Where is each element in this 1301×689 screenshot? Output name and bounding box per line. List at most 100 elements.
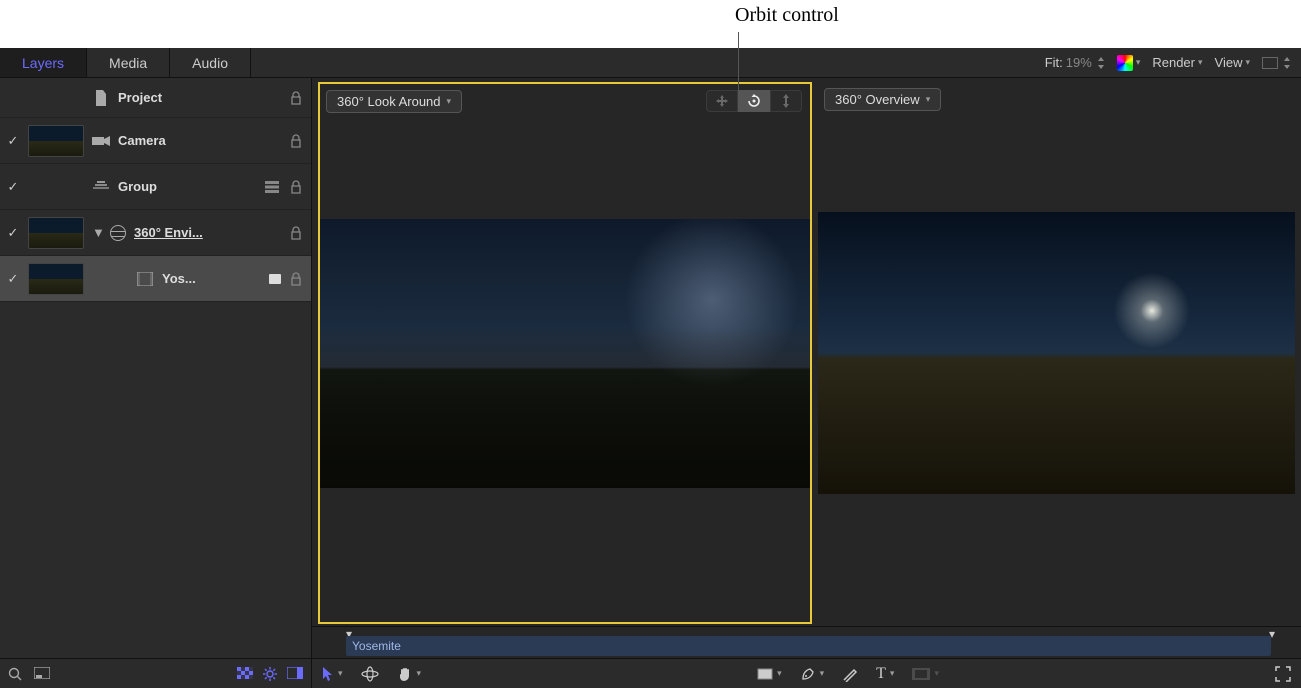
view-label: View <box>1215 55 1243 70</box>
color-wheel-icon <box>1117 55 1133 71</box>
layer-row-360-environment[interactable]: ✓ ▼ 360° Envi... <box>0 210 311 256</box>
text-tool-label: T <box>876 665 886 683</box>
mini-timeline[interactable]: ▾ Yosemite ▾ <box>312 626 1301 658</box>
pan-control[interactable] <box>706 90 738 112</box>
camera-nav-controls <box>706 90 802 112</box>
fit-value: 19% <box>1066 55 1092 70</box>
viewport-layout-dropdown[interactable] <box>1262 57 1291 69</box>
camera-icon <box>92 133 110 149</box>
mask-tool[interactable]: ▾ <box>912 668 939 680</box>
tab-media-label: Media <box>109 55 147 71</box>
text-tool[interactable]: T ▾ <box>876 665 894 683</box>
lock-icon[interactable] <box>289 134 305 148</box>
visibility-checkbox[interactable]: ✓ <box>6 226 20 240</box>
viewport-look-around[interactable]: 360° Look Around ▾ <box>318 82 812 624</box>
layer-row-camera[interactable]: ✓ Camera <box>0 118 311 164</box>
viewport-layout-icon <box>1262 57 1278 69</box>
blend-mode-icon[interactable] <box>265 181 279 193</box>
main-area: Project ✓ Camera <box>0 78 1301 688</box>
transform-3d-tool[interactable] <box>361 666 379 682</box>
sidebar-bottom-toolbar <box>0 658 311 688</box>
layers-sidebar: Project ✓ Camera <box>0 78 312 688</box>
layer-label: Camera <box>118 133 281 148</box>
chevron-down-icon: ▾ <box>777 668 782 679</box>
chevron-down-icon: ▾ <box>1136 57 1141 68</box>
layer-label: Group <box>118 179 257 194</box>
hand-tool[interactable]: ▾ <box>397 666 422 682</box>
top-right-controls: Fit: 19% ▾ Render ▾ View ▾ <box>1045 55 1301 71</box>
chevron-down-icon: ▾ <box>447 96 452 107</box>
canvas-bottom-toolbar: ▾ ▾ ▾ ▾ <box>312 658 1301 688</box>
panel-layout-icon[interactable] <box>287 667 303 681</box>
chevron-down-icon: ▾ <box>934 668 939 679</box>
tab-media[interactable]: Media <box>87 48 170 77</box>
preview-image <box>320 219 810 488</box>
paint-stroke-tool[interactable] <box>842 666 858 682</box>
search-icon[interactable] <box>8 667 22 681</box>
view-dropdown[interactable]: View ▾ <box>1215 55 1250 70</box>
annotation-area: Orbit control <box>0 0 1301 48</box>
layer-label: 360° Envi... <box>134 225 281 240</box>
pen-tool[interactable]: ▾ <box>800 666 825 682</box>
lock-icon[interactable] <box>289 91 305 105</box>
stepper-icon <box>1097 57 1105 69</box>
link-icon <box>269 274 281 284</box>
thumbnail <box>28 263 84 295</box>
layer-row-clip[interactable]: ✓ Yos... <box>0 256 311 302</box>
stepper-icon <box>1283 57 1291 69</box>
lock-icon[interactable] <box>289 180 305 194</box>
fullscreen-toggle[interactable] <box>1275 666 1291 682</box>
clip-name-label: Yosemite <box>352 639 401 653</box>
select-tool[interactable]: ▾ <box>322 666 343 682</box>
gear-icon[interactable] <box>263 667 277 681</box>
viewports: 360° Look Around ▾ <box>312 78 1301 626</box>
rectangle-tool[interactable]: ▾ <box>757 668 782 680</box>
tab-layers[interactable]: Layers <box>0 48 87 77</box>
render-dropdown[interactable]: Render ▾ <box>1152 55 1202 70</box>
panel-tabs: Layers Media Audio <box>0 48 251 77</box>
viewport-mode-dropdown-left[interactable]: 360° Look Around ▾ <box>326 90 462 113</box>
chevron-down-icon: ▾ <box>890 668 895 679</box>
annotation-leader-line <box>738 32 739 97</box>
app-window: Layers Media Audio Fit: 19% ▾ Render ▾ V… <box>0 48 1301 688</box>
viewport-content <box>320 84 810 622</box>
preview-image <box>818 212 1295 494</box>
lock-icon[interactable] <box>289 226 305 240</box>
lock-icon[interactable] <box>289 272 305 286</box>
layer-row-project[interactable]: Project <box>0 78 311 118</box>
tab-audio-label: Audio <box>192 55 228 71</box>
out-point-marker[interactable]: ▾ <box>1269 627 1275 641</box>
thumbnail <box>28 217 84 249</box>
timeline-clip[interactable]: Yosemite <box>346 636 1271 656</box>
visibility-checkbox[interactable]: ✓ <box>6 134 20 148</box>
dolly-control[interactable] <box>770 90 802 112</box>
fit-label: Fit: <box>1045 55 1063 70</box>
tab-audio[interactable]: Audio <box>170 48 251 77</box>
orbit-control[interactable] <box>738 90 770 112</box>
fit-to-window-icon[interactable] <box>34 667 50 681</box>
tab-layers-label: Layers <box>22 55 64 71</box>
viewport-mode-label: 360° Look Around <box>337 94 441 109</box>
top-toolbar: Layers Media Audio Fit: 19% ▾ Render ▾ V… <box>0 48 1301 78</box>
chevron-down-icon: ▾ <box>338 668 343 679</box>
disclosure-triangle-icon[interactable]: ▼ <box>92 225 102 240</box>
chevron-down-icon: ▾ <box>1198 57 1203 68</box>
chevron-down-icon: ▾ <box>820 668 825 679</box>
layer-row-group[interactable]: ✓ Group <box>0 164 311 210</box>
video-clip-icon <box>136 271 154 287</box>
annotation-label: Orbit control <box>735 4 839 27</box>
layer-label: Yos... <box>162 271 261 286</box>
visibility-checkbox[interactable]: ✓ <box>6 180 20 194</box>
viewport-mode-label: 360° Overview <box>835 92 920 107</box>
color-channels-dropdown[interactable]: ▾ <box>1117 55 1141 71</box>
chevron-down-icon: ▾ <box>1245 57 1250 68</box>
viewport-overview[interactable]: 360° Overview ▾ <box>818 82 1295 624</box>
fit-zoom-dropdown[interactable]: Fit: 19% <box>1045 55 1105 70</box>
viewport-mode-dropdown-right[interactable]: 360° Overview ▾ <box>824 88 941 111</box>
layer-label: Project <box>118 90 281 105</box>
thumbnail <box>28 125 84 157</box>
visibility-checkbox[interactable]: ✓ <box>6 272 20 286</box>
chevron-down-icon: ▾ <box>926 94 931 105</box>
checker-icon[interactable] <box>237 667 253 681</box>
project-icon <box>92 90 110 106</box>
